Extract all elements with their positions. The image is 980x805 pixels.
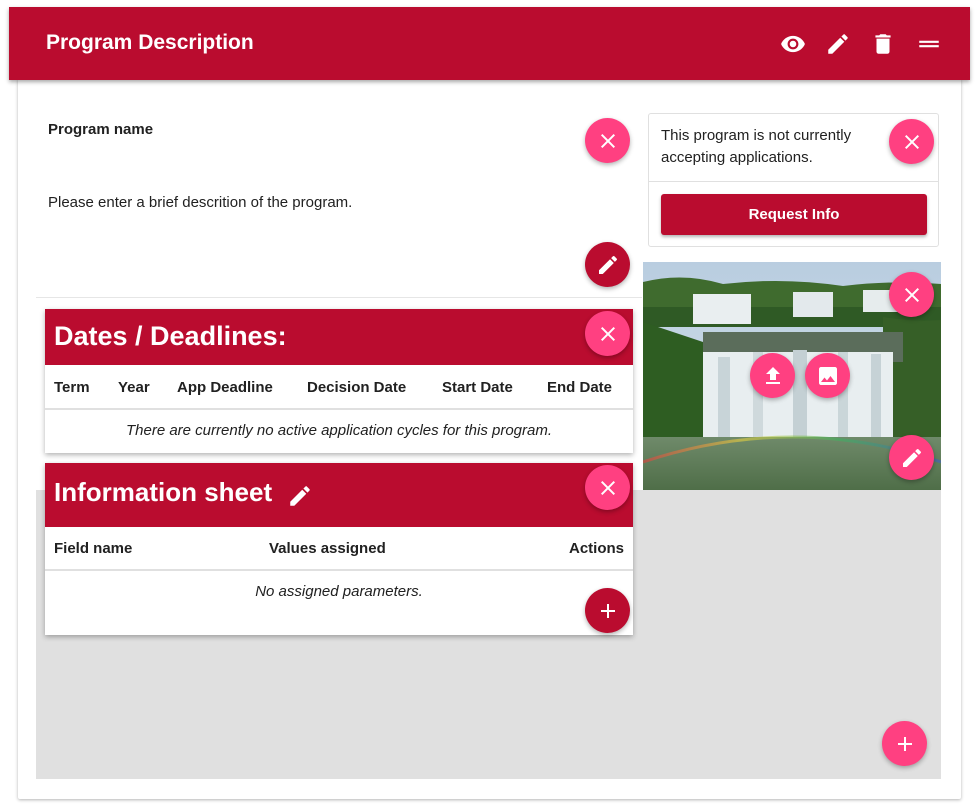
pencil-icon[interactable] [825,31,851,57]
information-sheet-section: Information sheet Field name Values assi… [45,463,633,635]
empty-parameters-message: No assigned parameters. [255,583,423,600]
upload-icon [765,366,780,384]
column-header-term: Term [54,379,90,396]
divider [45,408,633,410]
trash-icon[interactable] [870,31,896,57]
pencil-icon [902,448,921,467]
availability-text: This program is not currently accepting … [661,127,852,166]
choose-image-button[interactable] [805,353,850,398]
add-parameter-button[interactable] [585,588,630,633]
dates-header: Dates / Deadlines: [45,309,633,365]
info-sheet-title: Information sheet [54,477,273,507]
close-icon [600,133,615,148]
column-header-field-name: Field name [54,540,133,557]
column-header-year: Year [118,379,150,396]
eye-icon[interactable] [780,31,806,57]
dates-title: Dates / Deadlines: [54,321,287,351]
divider [36,297,642,298]
column-header-values-assigned: Values assigned [269,540,386,557]
remove-image-button[interactable] [889,272,934,317]
close-icon [600,326,615,341]
page-header: Program Description [9,7,970,80]
remove-program-name-button[interactable] [585,118,630,163]
empty-cycles-message: There are currently no active applicatio… [125,422,553,439]
program-description: Please enter a brief descrition of the p… [48,194,353,211]
remove-dates-button[interactable] [585,311,630,356]
close-icon [600,480,615,495]
plus-icon [897,736,912,751]
info-sheet-header: Information sheet [45,463,633,527]
page-title: Program Description [46,31,254,54]
plus-icon [600,603,615,618]
close-icon [904,287,919,302]
program-name-label: Program name [48,121,154,138]
upload-image-button[interactable] [750,353,795,398]
close-icon [904,134,919,149]
edit-image-button[interactable] [889,435,934,480]
pencil-icon [598,255,617,274]
add-section-button[interactable] [882,721,927,766]
column-header-app-deadline: App Deadline [177,379,273,396]
remove-info-sheet-button[interactable] [585,465,630,510]
edit-description-button[interactable] [585,242,630,287]
column-header-actions: Actions [569,540,625,557]
column-header-end-date: End Date [547,379,613,396]
edit-info-sheet-icon[interactable] [287,483,313,509]
column-header-decision-date: Decision Date [307,379,407,396]
remove-availability-button[interactable] [889,119,934,164]
column-header-start-date: Start Date [442,379,513,396]
drag-handle-icon[interactable] [916,31,942,57]
divider [45,569,633,571]
divider [649,181,938,182]
request-info-button[interactable]: Request Info [661,194,927,235]
image-icon [818,366,837,385]
dates-deadlines-section: Dates / Deadlines: Term Year App Deadlin… [45,309,633,453]
